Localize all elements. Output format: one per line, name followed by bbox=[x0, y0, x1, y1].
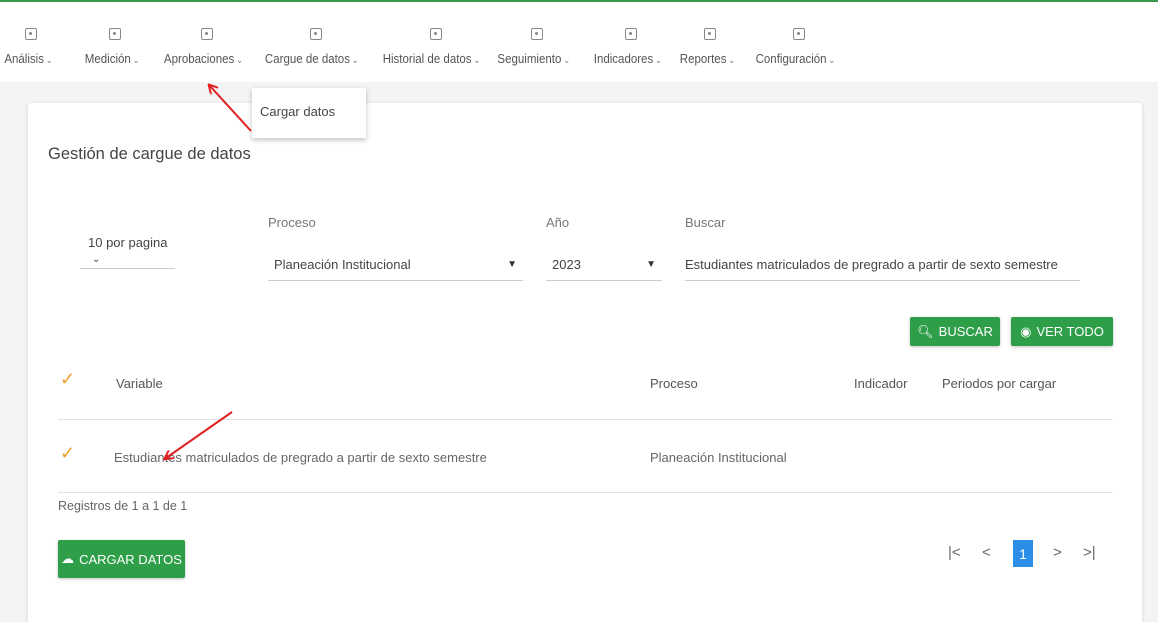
header-proceso: Proceso bbox=[650, 376, 698, 391]
module-icon bbox=[430, 28, 442, 40]
prev-page-button[interactable]: < bbox=[982, 544, 991, 561]
registros-text: Registros de 1 a 1 de 1 bbox=[58, 499, 188, 513]
main-card: Gestión de cargue de datos 10 por pagina… bbox=[28, 103, 1142, 622]
chevron-down-icon: ⌄ bbox=[45, 55, 53, 65]
cell-proceso: Planeación Institucional bbox=[650, 450, 787, 465]
module-icon bbox=[625, 28, 637, 40]
proceso-value: Planeación Institucional bbox=[274, 257, 411, 272]
anio-select[interactable]: 2023 ▼ bbox=[546, 253, 662, 281]
chevron-down-icon: ▼ bbox=[507, 259, 517, 270]
top-navbar: Análisis ⌄ Medición ⌄ Aprobaciones ⌄ Cargue… bbox=[0, 2, 1158, 82]
nav-label: Reportes bbox=[679, 52, 727, 66]
module-icon bbox=[201, 28, 213, 40]
chevron-down-icon: ⌄ bbox=[655, 55, 662, 65]
buscar-button[interactable]: 🔍︎ BUSCAR bbox=[910, 317, 1000, 346]
buscar-label: Buscar bbox=[685, 215, 726, 230]
chevron-down-icon: ⌄ bbox=[351, 55, 359, 65]
dropdown-item-cargar-datos[interactable]: Cargar datos bbox=[260, 104, 335, 119]
page-title: Gestión de cargue de datos bbox=[48, 145, 251, 163]
divider bbox=[58, 419, 1113, 420]
anio-value: 2023 bbox=[552, 257, 581, 272]
chevron-down-icon: ⌄ bbox=[828, 55, 836, 65]
buscar-button-label: BUSCAR bbox=[938, 324, 993, 339]
cargue-dropdown-menu: Cargar datos bbox=[252, 88, 366, 138]
module-icon bbox=[310, 28, 322, 40]
chevron-down-icon: ⌄ bbox=[132, 55, 140, 65]
divider bbox=[58, 492, 1113, 493]
select-all-check-icon[interactable]: ✓ bbox=[60, 369, 75, 390]
header-indicador: Indicador bbox=[854, 376, 908, 391]
search-input[interactable]: Estudiantes matriculados de pregrado a p… bbox=[685, 253, 1080, 281]
nav-label: Cargue de datos bbox=[264, 52, 350, 66]
ver-todo-button-label: VER TODO bbox=[1036, 324, 1104, 339]
cargar-datos-button-label: CARGAR DATOS bbox=[79, 551, 182, 567]
header-periodos: Periodos por cargar bbox=[942, 376, 1057, 391]
proceso-label: Proceso bbox=[268, 215, 316, 230]
chevron-down-icon: ⌄ bbox=[728, 55, 736, 65]
search-icon: 🔍︎ bbox=[917, 323, 934, 339]
ver-todo-button[interactable]: ◉ VER TODO bbox=[1011, 317, 1113, 346]
chevron-down-icon: ⌄ bbox=[236, 55, 244, 65]
nav-label: Análisis bbox=[4, 52, 44, 66]
module-icon bbox=[793, 28, 805, 40]
header-variable: Variable bbox=[116, 376, 163, 391]
row-check-icon[interactable]: ✓ bbox=[60, 443, 75, 464]
nav-label: Historial de datos bbox=[382, 52, 472, 66]
cloud-upload-icon: ☁ bbox=[61, 551, 75, 566]
chevron-down-icon: ⌄ bbox=[473, 55, 481, 65]
search-value: Estudiantes matriculados de pregrado a p… bbox=[685, 257, 1058, 272]
chevron-down-icon: ⌄ bbox=[563, 55, 571, 65]
first-page-button[interactable]: |< bbox=[948, 544, 961, 561]
last-page-button[interactable]: >| bbox=[1083, 544, 1096, 561]
nav-item-aprobaciones[interactable]: Aprobaciones ⌄ bbox=[163, 28, 251, 78]
nav-item-analisis[interactable]: Análisis ⌄ bbox=[0, 28, 62, 78]
nav-item-historial-de-datos[interactable]: Historial de datos ⌄ bbox=[380, 28, 492, 78]
nav-item-cargue-de-datos[interactable]: Cargue de datos ⌄ bbox=[264, 28, 368, 78]
nav-item-medicion[interactable]: Medición ⌄ bbox=[80, 28, 150, 78]
proceso-select[interactable]: Planeación Institucional ▼ bbox=[268, 253, 523, 281]
nav-item-indicadores[interactable]: Indicadores ⌄ bbox=[592, 28, 670, 78]
nav-item-seguimiento[interactable]: Seguimiento ⌄ bbox=[497, 28, 577, 78]
anio-label: Año bbox=[546, 215, 570, 230]
nav-item-configuracion[interactable]: Configuración ⌄ bbox=[755, 28, 843, 78]
cargar-datos-button[interactable]: ☁ CARGAR DATOS bbox=[58, 540, 185, 578]
module-icon bbox=[704, 28, 716, 40]
chevron-down-icon: ⌄ bbox=[92, 254, 101, 265]
nav-item-reportes[interactable]: Reportes ⌄ bbox=[679, 28, 741, 78]
nav-label: Medición bbox=[84, 52, 131, 66]
nav-label: Configuración bbox=[755, 52, 827, 66]
module-icon bbox=[25, 28, 37, 40]
next-page-button[interactable]: > bbox=[1053, 544, 1062, 561]
nav-label: Seguimiento bbox=[497, 52, 562, 66]
nav-label: Aprobaciones bbox=[163, 52, 235, 66]
module-icon bbox=[531, 28, 543, 40]
module-icon bbox=[109, 28, 121, 40]
chevron-down-icon: ▼ bbox=[646, 259, 656, 270]
per-page-select[interactable]: 10 por pagina ⌄ bbox=[80, 223, 175, 269]
page-1-button[interactable]: 1 bbox=[1013, 540, 1033, 567]
per-page-value: 10 por pagina bbox=[88, 235, 168, 250]
eye-icon: ◉ bbox=[1020, 323, 1032, 339]
nav-label: Indicadores bbox=[593, 52, 654, 66]
cell-variable[interactable]: Estudiantes matriculados de pregrado a p… bbox=[114, 450, 487, 465]
